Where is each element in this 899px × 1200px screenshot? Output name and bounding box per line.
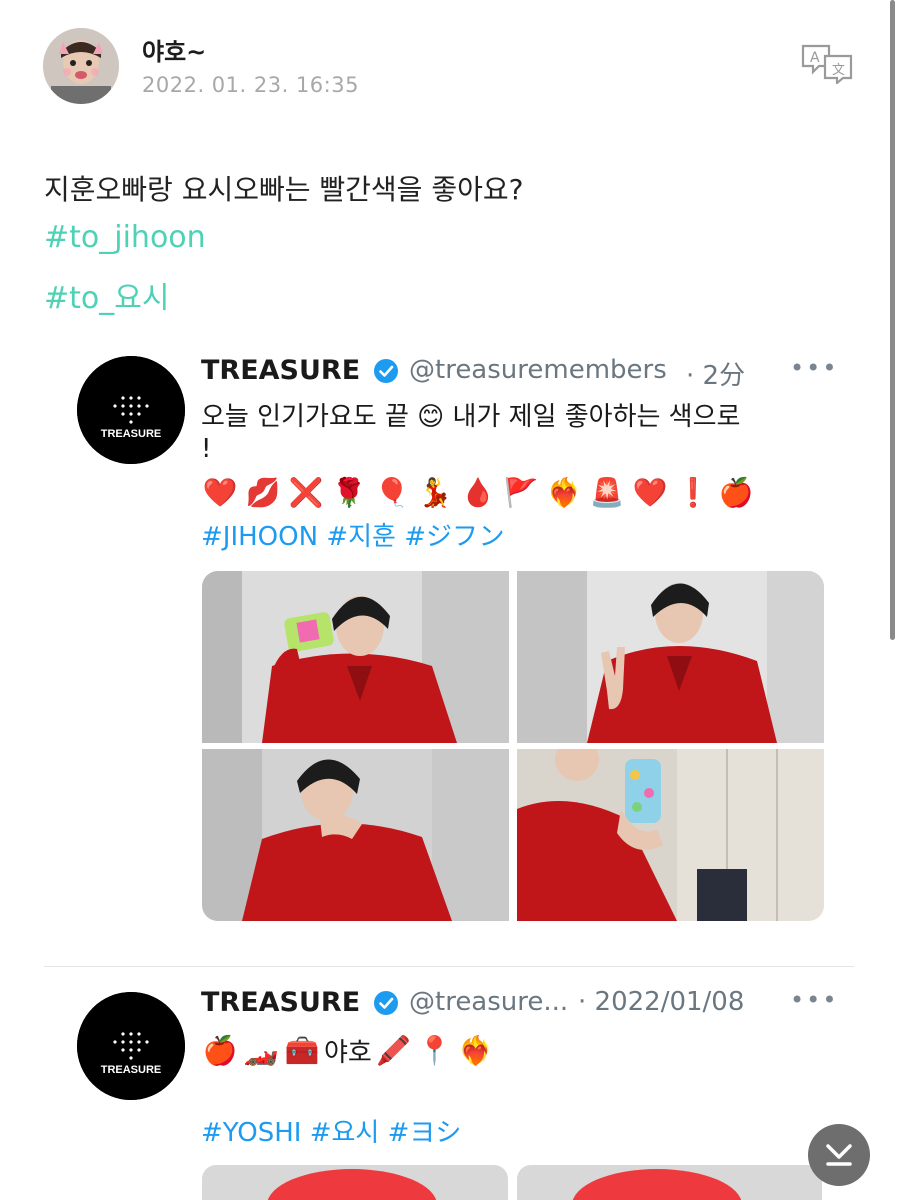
- tweet-text-line2: !: [201, 434, 212, 464]
- more-icon-2[interactable]: •••: [790, 986, 838, 1014]
- exclamation-emoji: ❗: [675, 475, 711, 509]
- tweet-2-photo-right[interactable]: [517, 1165, 822, 1200]
- tweet-handle[interactable]: @treasuremembers: [409, 355, 667, 385]
- tweet-handle-2[interactable]: @treasure...: [409, 987, 568, 1017]
- author-name[interactable]: 야호~: [142, 32, 206, 67]
- embedded-tweet-1[interactable]: TREASURE TREASURE @treasuremembers · 2分 …: [60, 338, 850, 948]
- avatar[interactable]: [43, 28, 119, 104]
- treasure-avatar[interactable]: TREASURE: [77, 356, 185, 464]
- tweet-emoji-row-2: 🍎 🏎️ 🧰 야호 🖍️ 📍 ❤️‍🔥: [201, 1030, 495, 1070]
- tweet-text-line1: 오늘 인기가요도 끝 😊 내가 제일 좋아하는 색으로: [201, 402, 741, 432]
- racing-car-emoji: 🏎️: [243, 1033, 279, 1067]
- post-timestamp: 2022. 01. 23. 16:35: [142, 73, 359, 97]
- svg-text:文: 文: [832, 63, 845, 78]
- svg-text:TREASURE: TREASURE: [101, 428, 162, 440]
- scroll-down-icon: [826, 1144, 852, 1166]
- photo-2[interactable]: [517, 571, 824, 743]
- more-icon[interactable]: •••: [790, 354, 838, 382]
- cross-mark-emoji: ❌: [288, 475, 324, 509]
- tweet-photo-grid[interactable]: [202, 571, 824, 921]
- svg-text:TREASURE: TREASURE: [101, 1064, 162, 1076]
- svg-text:A: A: [810, 50, 820, 66]
- scroll-down-button[interactable]: [808, 1124, 870, 1186]
- balloon-emoji: 🎈: [374, 475, 410, 509]
- heart-on-fire-emoji-2: ❤️‍🔥: [458, 1033, 494, 1067]
- tweet-time-2: · 2022/01/08: [578, 987, 745, 1017]
- rose-emoji: 🌹: [331, 475, 367, 509]
- dancer-emoji: 💃: [417, 475, 453, 509]
- hashtag-to-jihoon[interactable]: #to_jihoon: [44, 220, 206, 255]
- heart-on-fire-emoji: ❤️‍🔥: [546, 475, 582, 509]
- verified-badge-icon: [374, 359, 398, 383]
- embed-divider: [44, 966, 854, 967]
- scrollbar[interactable]: [890, 0, 895, 640]
- treasure-avatar-2[interactable]: TREASURE: [77, 992, 185, 1100]
- tweet-emoji-row: ❤️ 💋 ❌ 🌹 🎈 💃 🩸 🚩 ❤️‍🔥 🚨 ❤️ ❗ 🍎: [201, 472, 755, 512]
- red-apple-emoji-2: 🍎: [202, 1033, 238, 1067]
- photo-1[interactable]: [202, 571, 509, 743]
- photo-3[interactable]: [202, 749, 509, 921]
- kiss-mark-emoji: 💋: [245, 475, 281, 509]
- red-flag-emoji: 🚩: [503, 475, 539, 509]
- red-heart-emoji: ❤️: [202, 475, 238, 509]
- tweet-time: · 2分: [686, 361, 746, 391]
- tweet-text-yaho: 야호: [324, 1037, 372, 1068]
- tweet-hashtags-2[interactable]: #YOSHI #요시 #ヨシ: [201, 1112, 461, 1149]
- round-pushpin-emoji: 📍: [417, 1033, 453, 1067]
- hashtag-to-yoshi[interactable]: #to_요시: [44, 273, 169, 317]
- tweet-2-photo-left[interactable]: [202, 1165, 508, 1200]
- verified-badge-icon-2: [374, 991, 398, 1015]
- drop-of-blood-emoji: 🩸: [460, 475, 496, 509]
- post-header: 야호~ 2022. 01. 23. 16:35 A 文: [43, 28, 863, 108]
- translate-icon: A 文: [801, 44, 853, 86]
- translate-button[interactable]: A 文: [801, 42, 855, 86]
- tweet-hashtags[interactable]: #JIHOON #지훈 #ジフン: [201, 516, 505, 553]
- post-text: 지훈오빠랑 요시오빠는 빨간색을 좋아요?: [44, 173, 524, 206]
- siren-emoji: 🚨: [589, 475, 625, 509]
- red-apple-emoji: 🍎: [718, 475, 754, 509]
- tweet-author-name-2[interactable]: TREASURE: [201, 987, 360, 1018]
- tweet-author-name[interactable]: TREASURE: [201, 355, 360, 386]
- photo-4[interactable]: [517, 749, 824, 921]
- red-heart-emoji-2: ❤️: [632, 475, 668, 509]
- crayon-emoji: 🖍️: [376, 1033, 412, 1067]
- toolbox-emoji: 🧰: [284, 1033, 320, 1067]
